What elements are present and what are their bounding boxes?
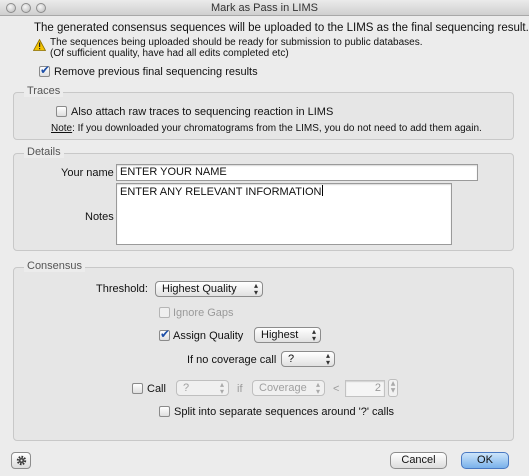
remove-previous-checkbox[interactable]: [39, 63, 50, 77]
warning-line-2: (Of sufficient quality, have had all edi…: [50, 48, 289, 59]
cancel-button[interactable]: Cancel: [390, 452, 447, 469]
no-coverage-value: ?: [288, 353, 295, 365]
traces-note: Note: If you downloaded your chromatogra…: [51, 123, 482, 134]
call-label: Call: [147, 383, 166, 395]
ignore-gaps-checkbox[interactable]: [159, 307, 170, 318]
warning-line-1: The sequences being uploaded should be r…: [50, 37, 423, 48]
coverage-threshold-input[interactable]: 2: [345, 380, 385, 397]
coverage-value: Coverage: [259, 382, 307, 394]
call-select[interactable]: ? ▴ ▾: [176, 380, 229, 396]
threshold-label: Threshold:: [96, 283, 148, 295]
call-value: ?: [183, 382, 190, 394]
settings-button[interactable]: [11, 452, 31, 469]
coverage-threshold-stepper[interactable]: ▲ ▼: [388, 379, 398, 397]
remove-previous-label: Remove previous final sequencing results: [54, 66, 258, 78]
if-label: if: [237, 383, 243, 395]
coverage-select[interactable]: Coverage ▴ ▾: [252, 380, 325, 396]
intro-text: The generated consensus sequences will b…: [34, 22, 529, 34]
threshold-select[interactable]: Highest Quality ▴ ▾: [155, 281, 263, 297]
select-arrows-icon: ▴ ▾: [311, 327, 316, 343]
split-sequences-checkbox[interactable]: [159, 406, 170, 417]
notes-text: ENTER ANY RELEVANT INFORMATION: [120, 186, 322, 198]
no-coverage-label: If no coverage call: [187, 354, 277, 366]
your-name-label: Your name: [61, 167, 114, 179]
your-name-input[interactable]: ENTER YOUR NAME: [116, 164, 478, 181]
note-prefix: Note: [51, 123, 73, 134]
consensus-legend: Consensus: [24, 260, 86, 272]
text-cursor: [321, 185, 323, 196]
window-title: Mark as Pass in LIMS: [211, 2, 318, 14]
call-checkbox[interactable]: [132, 383, 143, 394]
attach-traces-checkbox[interactable]: [56, 106, 67, 117]
assign-quality-label: Assign Quality: [173, 330, 244, 342]
warning-triangle-icon: [32, 38, 47, 51]
notes-label: Notes: [85, 211, 114, 223]
split-sequences-label: Split into separate sequences around '?'…: [174, 406, 395, 418]
assign-quality-value: Highest: [261, 329, 299, 341]
select-arrows-icon: ▴ ▾: [253, 281, 258, 297]
threshold-value: Highest Quality: [162, 283, 237, 295]
details-legend: Details: [24, 146, 64, 158]
select-arrows-icon: ▴ ▾: [219, 380, 224, 396]
traces-legend: Traces: [24, 85, 64, 97]
less-than-label: <: [333, 383, 340, 395]
note-text: : If you downloaded your chromatograms f…: [72, 123, 482, 134]
select-arrows-icon: ▴ ▾: [325, 351, 330, 367]
attach-traces-label: Also attach raw traces to sequencing rea…: [71, 106, 334, 118]
gear-icon: [15, 454, 28, 472]
no-coverage-select[interactable]: ? ▴ ▾: [281, 351, 335, 367]
assign-quality-select[interactable]: Highest ▴ ▾: [254, 327, 321, 343]
ok-button[interactable]: OK: [461, 452, 509, 469]
select-arrows-icon: ▴ ▾: [315, 380, 320, 396]
notes-textarea[interactable]: ENTER ANY RELEVANT INFORMATION: [116, 183, 452, 245]
assign-quality-checkbox[interactable]: [159, 327, 170, 341]
ignore-gaps-label: Ignore Gaps: [173, 307, 234, 319]
title-bar: Mark as Pass in LIMS: [0, 0, 529, 16]
